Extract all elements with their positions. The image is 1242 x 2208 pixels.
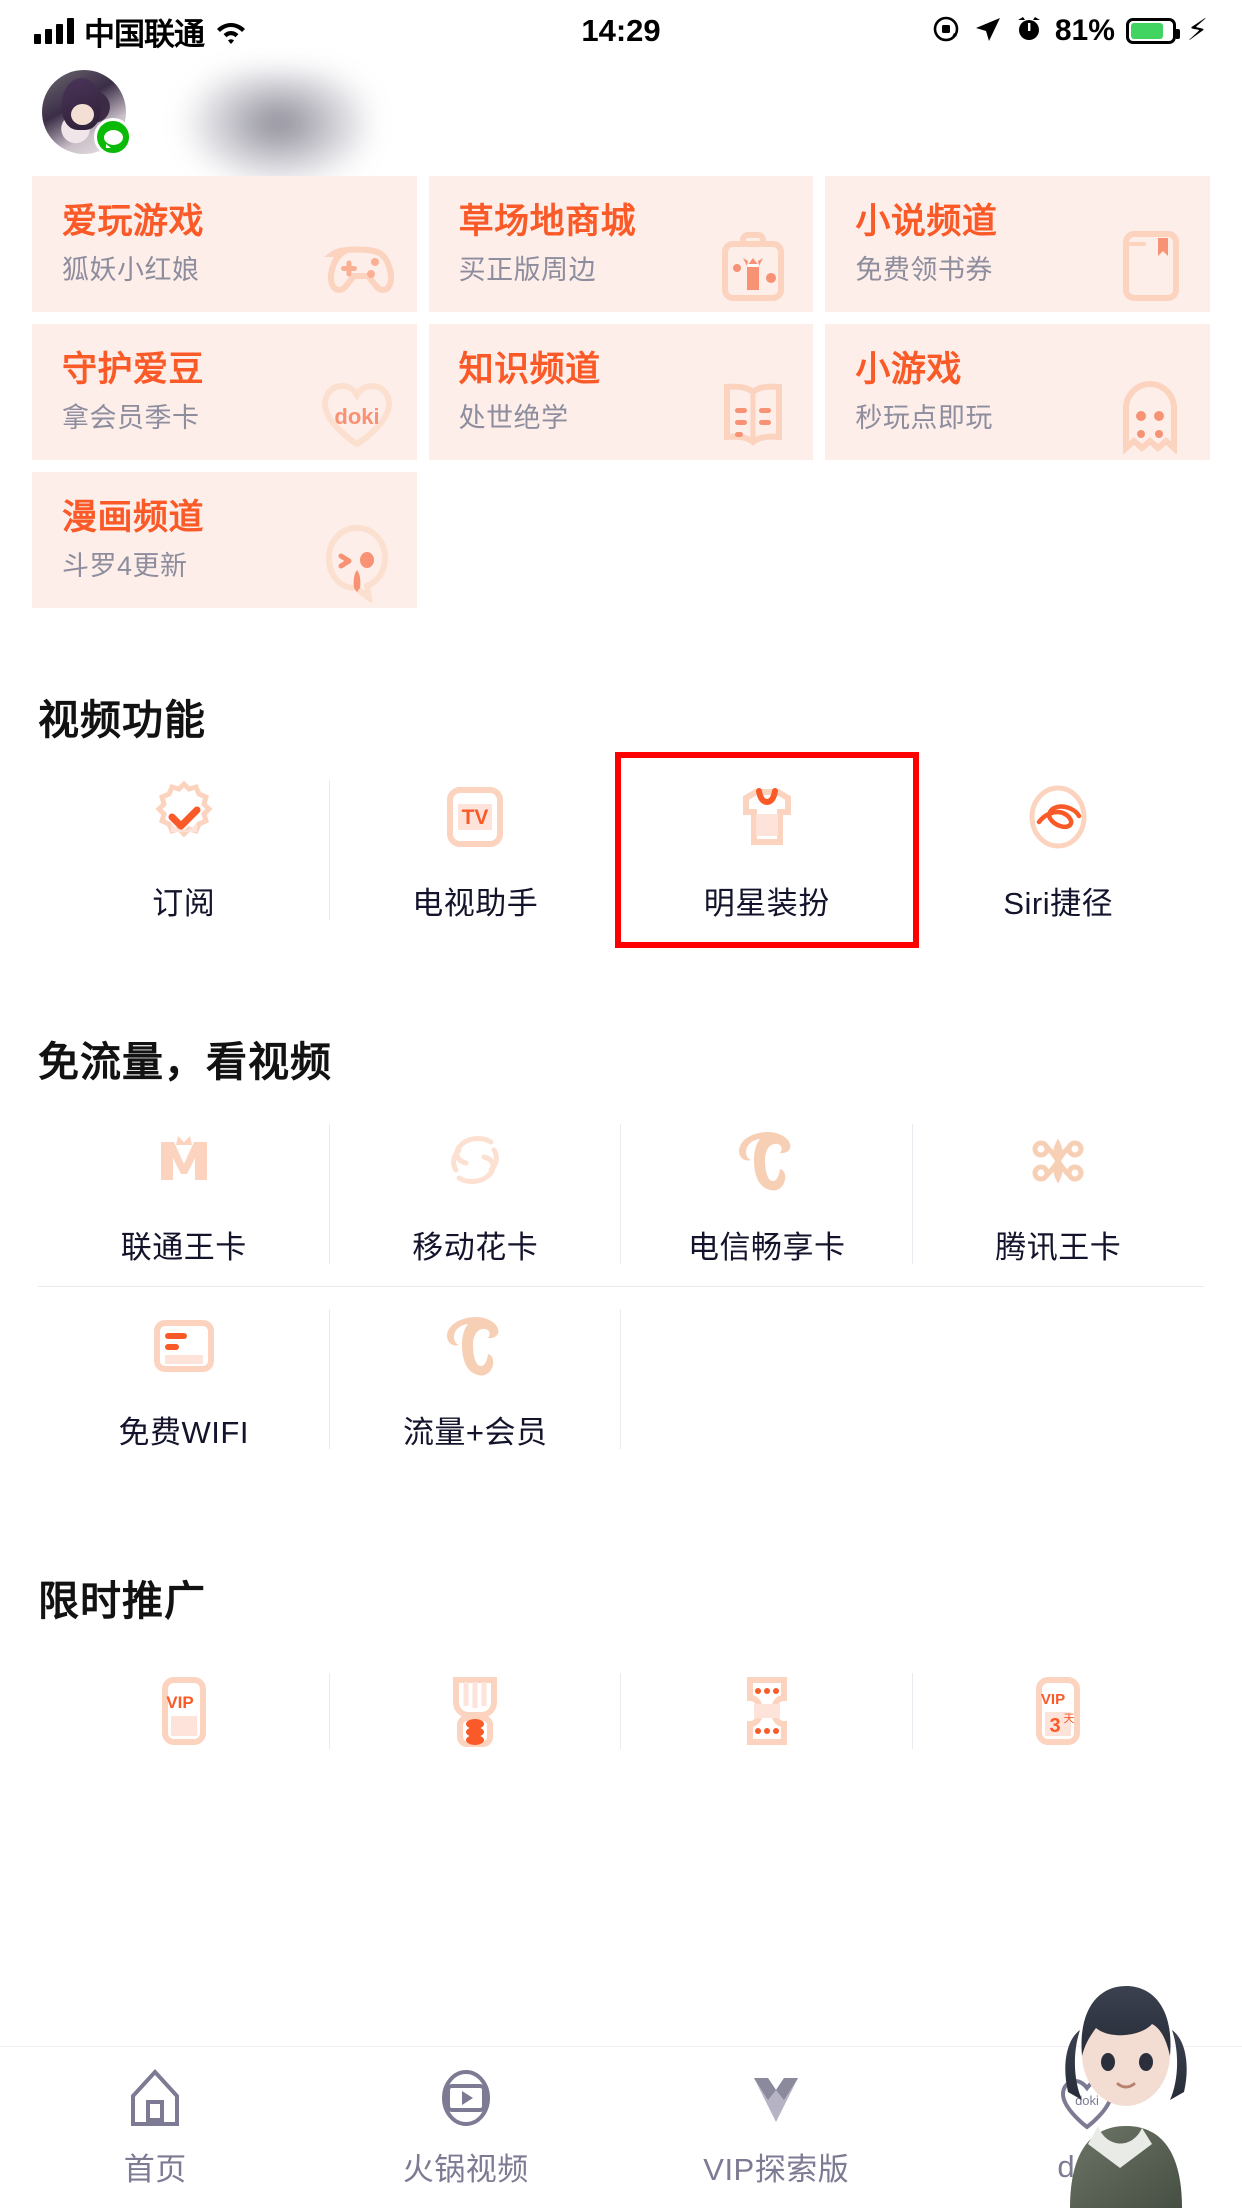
section-title: 视频功能 [38,697,206,743]
star-outfit-icon [728,778,806,856]
doki-heart-icon: doki [313,372,401,454]
feature-item-label: 订阅 [152,885,216,921]
home-icon [131,2069,180,2126]
feature-item-label: 明星装扮 [703,885,830,921]
promo-card-knowledge[interactable]: 知识频道 处世绝学 [428,324,814,460]
promo-card-doki[interactable]: 守护爱豆 拿会员季卡 doki [32,324,417,460]
promo-card-caochangdi[interactable]: 草场地商城 买正版周边 [428,176,814,312]
tv-icon: TV [436,778,514,856]
china-telecom-icon [436,1307,514,1385]
promo-card-aiwan[interactable]: 爱玩游戏 狐妖小红娘 [32,176,417,312]
vip-explore-icon [754,2078,799,2122]
promo-card-grid: 爱玩游戏 狐妖小红娘 草场地商城 买正版周边 小说频道 免费领书券 守护爱豆 拿… [0,176,1242,608]
ghost-icon [1106,372,1194,455]
gamepad-icon [313,224,401,306]
promo-item-ticket[interactable] [621,1651,913,1771]
svg-text:doki: doki [334,404,379,429]
promo-item-coins[interactable] [330,1651,622,1771]
status-bar: 中国联通 14:29 81% ⚡ [0,0,1242,62]
svg-text:TV: TV [462,806,489,829]
promo-card-empty-slot [825,472,1210,608]
promo-item-vip-3day[interactable]: VIP 3 天 [913,1651,1205,1771]
china-telecom-icon [728,1122,806,1200]
section-title: 免流量，看视频 [38,1039,332,1085]
doki-heart-icon: doki [1060,2078,1113,2130]
section-video-features: 视频功能 订阅 TV 电视助手 明星装扮 Siri捷径 [0,686,1242,948]
svg-text:doki: doki [1075,2093,1099,2108]
siri-shortcut-icon [1019,778,1097,856]
tab-hotpot-video[interactable]: 火锅视频 [311,2066,622,2189]
unicom-king-card-icon [145,1122,223,1200]
data-item-free-wifi[interactable]: 免费WIFI [38,1287,330,1471]
ticket-icon [728,1672,806,1750]
data-item-unicom-king[interactable]: 联通王卡 [38,1102,330,1286]
promo-item-vip-card[interactable]: VIP [38,1651,330,1771]
tab-label: VIP探索版 [703,2152,850,2187]
free-wifi-card-icon [145,1307,223,1385]
feature-item-subscribe[interactable]: 订阅 [38,758,330,942]
svg-text:VIP: VIP [166,1693,193,1712]
status-bar-clock: 14:29 [581,13,661,48]
promo-card-novel[interactable]: 小说频道 免费领书券 [825,176,1210,312]
section-free-data: 免流量，看视频 联通王卡 移动花卡 电信畅享卡 腾讯王卡 免费WIFI 流量+会… [0,1028,1242,1471]
feature-item-star-outfit[interactable]: 明星装扮 [615,752,919,948]
tab-label: 火锅视频 [402,2152,529,2187]
section-limited-promo: 限时推广 VIP VIP 3 天 [0,1567,1242,1771]
data-item-label: 联通王卡 [120,1229,247,1265]
tab-label: doki [1057,2148,1117,2184]
data-item-data-plus-vip[interactable]: 流量+会员 [330,1287,622,1471]
feature-item-label: Siri捷径 [1003,885,1114,921]
data-item-telecom-changxiang[interactable]: 电信畅享卡 [621,1102,913,1286]
feature-item-tv[interactable]: TV 电视助手 [330,758,622,942]
wechat-badge[interactable] [94,118,132,156]
tab-doki[interactable]: doki doki [932,2071,1242,2185]
battery-icon [1125,18,1180,44]
data-item-mobile-hua[interactable]: 移动花卡 [330,1102,622,1286]
data-item-label: 流量+会员 [402,1414,548,1450]
free-data-grid: 联通王卡 移动花卡 电信畅享卡 腾讯王卡 [38,1102,1204,1286]
open-book-icon [709,372,797,454]
promo-card-comic[interactable]: 漫画频道 斗罗4更新 [32,472,417,608]
section-title: 限时推广 [38,1578,206,1624]
feature-item-label: 电视助手 [412,885,539,921]
tab-vip-explore[interactable]: VIP探索版 [621,2066,932,2189]
svg-text:VIP: VIP [1041,1691,1065,1708]
comic-face-icon [313,520,401,606]
feature-item-siri[interactable]: Siri捷径 [913,758,1205,942]
vip-3day-icon: VIP 3 天 [1019,1672,1097,1750]
data-item-tencent-king[interactable]: 腾讯王卡 [913,1102,1205,1286]
subscribe-badge-icon [145,778,223,856]
vip-card-icon: VIP [145,1672,223,1750]
suitcase-cat-icon [709,224,797,306]
limited-promo-grid: VIP VIP 3 天 [38,1651,1204,1771]
data-item-label: 腾讯王卡 [995,1229,1122,1265]
tab-label: 首页 [123,2152,187,2187]
data-item-empty [621,1287,913,1471]
coins-phone-icon [436,1672,514,1750]
data-item-label: 免费WIFI [118,1414,249,1450]
promo-card-minigame[interactable]: 小游戏 秒玩点即玩 [825,324,1210,460]
promo-card-empty-slot [429,472,814,608]
data-item-label: 电信畅享卡 [688,1229,846,1265]
bottom-tab-bar: 首页 火锅视频 VIP探索版 doki doki [0,2046,1242,2208]
free-data-grid-row2: 免费WIFI 流量+会员 [38,1287,1204,1471]
china-mobile-icon [436,1122,514,1200]
profile-header [0,62,1242,188]
svg-text:3: 3 [1050,1715,1061,1737]
tab-home[interactable]: 首页 [0,2066,311,2189]
blurred-nickname [180,70,370,188]
avatar[interactable] [42,70,132,156]
svg-text:天: 天 [1064,1713,1075,1725]
tencent-king-card-icon [1019,1122,1097,1200]
data-item-label: 移动花卡 [412,1229,539,1265]
book-bookmark-icon [1106,224,1194,306]
video-feature-grid: 订阅 TV 电视助手 明星装扮 Siri捷径 [38,752,1205,948]
hotpot-video-icon [441,2070,490,2126]
data-item-empty [913,1287,1205,1471]
